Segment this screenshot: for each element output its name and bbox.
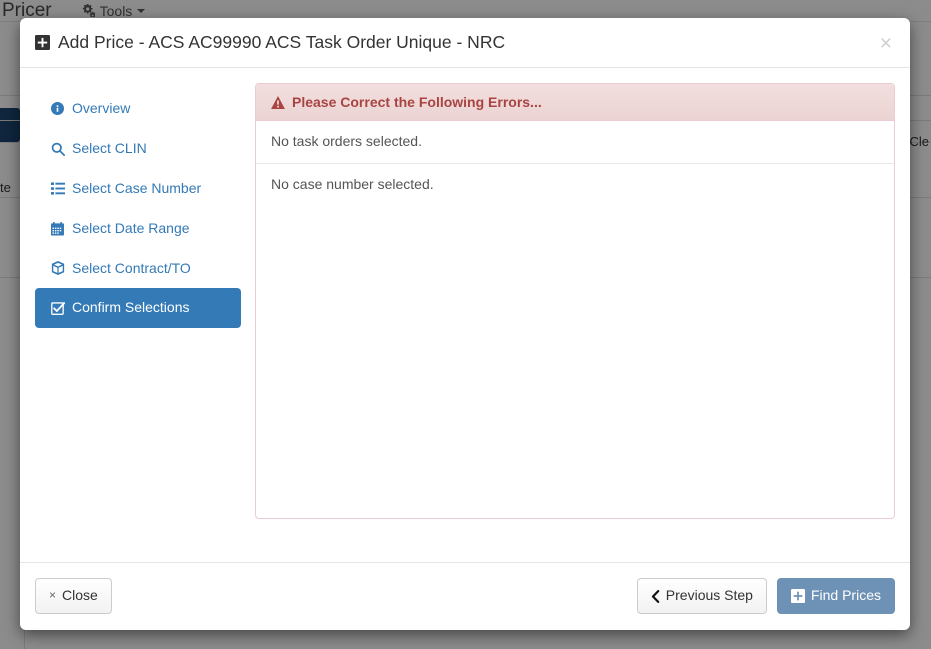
- add-price-modal: Add Price - ACS AC99990 ACS Task Order U…: [20, 18, 910, 630]
- modal-footer: × Close Previous Step Find Prices: [20, 562, 910, 629]
- sidebar-item-label: Select Contract/TO: [72, 259, 191, 279]
- close-button[interactable]: × Close: [35, 578, 112, 614]
- sidebar-item-label: Confirm Selections: [72, 298, 190, 318]
- sidebar-item-select-case-number[interactable]: Select Case Number: [35, 169, 241, 209]
- modal-header: Add Price - ACS AC99990 ACS Task Order U…: [20, 18, 910, 68]
- warning-triangle-icon: [271, 96, 285, 109]
- cube-icon: [50, 261, 65, 275]
- sidebar-item-label: Select Date Range: [72, 219, 190, 239]
- error-panel: Please Correct the Following Errors... N…: [255, 83, 895, 519]
- chevron-left-icon: [651, 590, 660, 603]
- list-item: No task orders selected.: [256, 121, 894, 164]
- sidebar-item-overview[interactable]: Overview: [35, 89, 241, 129]
- previous-step-label: Previous Step: [666, 586, 753, 606]
- list-icon: [50, 182, 65, 195]
- error-panel-heading-text: Please Correct the Following Errors...: [292, 94, 542, 110]
- find-prices-button[interactable]: Find Prices: [777, 578, 895, 614]
- search-icon: [50, 142, 65, 156]
- times-icon: ×: [49, 587, 56, 604]
- modal-body: Overview Select CLIN: [20, 68, 910, 562]
- calendar-icon: [50, 222, 65, 236]
- sidebar-item-select-date-range[interactable]: Select Date Range: [35, 209, 241, 249]
- close-button-label: Close: [62, 586, 98, 606]
- error-panel-heading: Please Correct the Following Errors...: [256, 84, 894, 121]
- sidebar-item-label: Select CLIN: [72, 139, 147, 159]
- page-title: Add Price - ACS AC99990 ACS Task Order U…: [35, 30, 505, 55]
- find-prices-label: Find Prices: [811, 586, 881, 606]
- wizard-nav: Overview Select CLIN: [35, 83, 241, 547]
- close-icon[interactable]: ×: [880, 33, 892, 54]
- footer-actions: Previous Step Find Prices: [637, 578, 895, 614]
- plus-square-icon: [35, 35, 50, 50]
- sidebar-item-label: Overview: [72, 99, 130, 119]
- sidebar-item-label: Select Case Number: [72, 179, 201, 199]
- sidebar-item-confirm-selections[interactable]: Confirm Selections: [35, 288, 241, 328]
- modal-title-text: Add Price - ACS AC99990 ACS Task Order U…: [58, 30, 505, 55]
- plus-square-icon: [791, 589, 805, 603]
- sidebar-item-select-contract-to[interactable]: Select Contract/TO: [35, 249, 241, 289]
- error-list: No task orders selected. No case number …: [256, 121, 894, 206]
- info-circle-icon: [50, 102, 65, 115]
- check-square-icon: [50, 301, 65, 315]
- previous-step-button[interactable]: Previous Step: [637, 578, 767, 614]
- list-item: No case number selected.: [256, 164, 894, 206]
- sidebar-item-select-clin[interactable]: Select CLIN: [35, 129, 241, 169]
